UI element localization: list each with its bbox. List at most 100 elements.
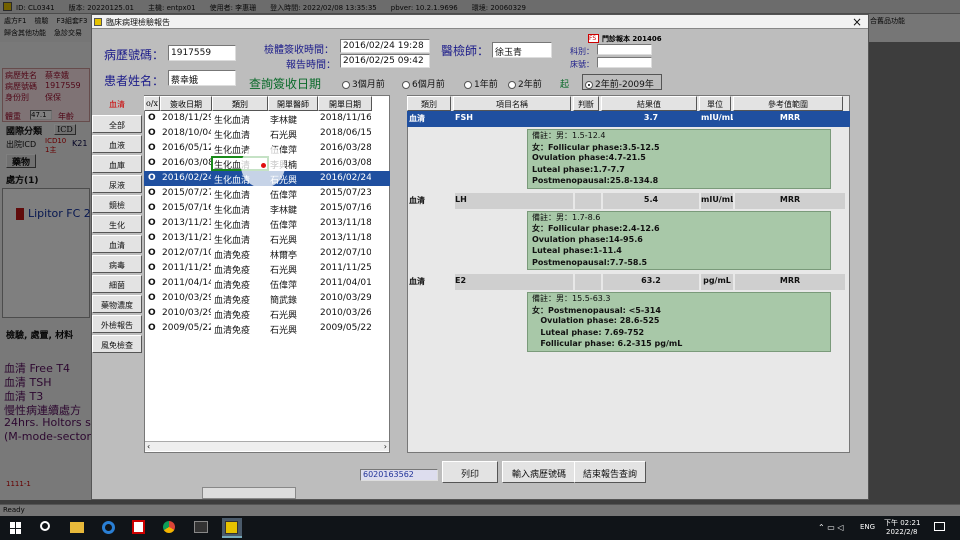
table-row[interactable]: O 2018/11/29 生化血清 李林鍵 2018/11/16 <box>144 111 390 126</box>
menu-item[interactable]: F3組套F3 <box>56 17 87 25</box>
active-app-icon[interactable] <box>222 518 242 538</box>
file-explorer-icon[interactable] <box>70 522 84 533</box>
language-indicator[interactable]: ENG <box>860 523 875 531</box>
category-tab[interactable]: 血清 <box>92 95 142 113</box>
list-col-header[interactable]: o/x <box>144 96 160 111</box>
weight-value[interactable]: 47.1 <box>30 110 52 120</box>
radio-2-years[interactable]: 2年前 <box>508 77 542 90</box>
barcode-field[interactable]: 6020163562 <box>360 469 438 481</box>
radio-3-months[interactable]: 3個月前 <box>342 77 385 90</box>
result-col-header[interactable]: 項目名稱 <box>453 96 571 111</box>
table-row[interactable]: O 2009/05/22 血清免疫 石光興 2009/05/22 <box>144 321 390 336</box>
clock-time[interactable]: 下午 02:21 <box>884 518 920 528</box>
category-tab[interactable]: 病毒 <box>92 255 142 273</box>
list-col-header[interactable]: 簽收日期 <box>160 96 212 111</box>
table-row[interactable]: O 2011/04/14 血清免疫 伍偉萍 2011/04/01 <box>144 276 390 291</box>
scroll-right-icon[interactable]: › <box>384 442 387 451</box>
category-tab[interactable]: 細菌 <box>92 275 142 293</box>
exam-item[interactable]: 慢性病連續處方 <box>4 402 92 416</box>
patient-row-label: 病歷號碼 <box>5 82 37 91</box>
chrome-icon[interactable] <box>163 521 175 533</box>
exam-item[interactable]: 24hrs. Holtors sc <box>4 416 92 430</box>
result-col-header[interactable]: 結果值 <box>601 96 697 111</box>
close-icon[interactable]: × <box>852 15 862 29</box>
list-col-header[interactable]: 開單醫師 <box>268 96 318 111</box>
status-flag: O <box>148 263 156 273</box>
menu-item[interactable]: 歸含其他功能 <box>4 29 46 37</box>
exam-item[interactable]: 血清 Free T4 <box>4 360 92 374</box>
print-button[interactable]: 列印 <box>442 461 498 483</box>
radio-range-box[interactable]: 2年前-2009年 <box>582 74 662 90</box>
result-col-header[interactable]: 判斷 <box>573 96 599 111</box>
result-row[interactable]: 血清 LH 5.4 mIU/mL MRR <box>407 192 850 209</box>
drug-item[interactable]: Lipitor FC 2 <box>28 207 91 220</box>
exam-item[interactable]: (M-mode-sector- <box>4 430 92 444</box>
category-tab[interactable]: 全部 <box>92 115 142 133</box>
doctor-field[interactable]: 徐玉青 <box>492 42 552 58</box>
result-row[interactable]: 血清 FSH 3.7 mIU/mL MRR <box>407 111 850 127</box>
reference-note-line: Ovulation phase:4.7-21.5 <box>532 153 646 162</box>
menu-item[interactable]: 處方F1 <box>4 17 26 25</box>
tray-icons[interactable]: ⌃ ▭ ◁ <box>818 523 858 533</box>
exam-item[interactable]: 血清 TSH <box>4 374 92 388</box>
category-tab[interactable]: 外檢報告 <box>92 315 142 333</box>
menu-item[interactable]: 急診交易 <box>54 29 82 37</box>
exam-item[interactable]: 血清 T3 <box>4 388 92 402</box>
notification-icon[interactable] <box>934 522 945 531</box>
table-row[interactable]: O 2010/03/29 血清免疫 簡武錄 2010/03/29 <box>144 291 390 306</box>
windows-start-icon[interactable] <box>10 522 22 534</box>
report-time-field[interactable]: 2016/02/25 09:42 <box>340 54 430 68</box>
enter-chart-button[interactable]: 輸入病歷號碼 <box>502 461 576 483</box>
category-tab[interactable]: 藥物濃度 <box>92 295 142 313</box>
name-field[interactable]: 蔡幸娥 <box>168 70 236 86</box>
result-col-header[interactable]: 單位 <box>699 96 731 111</box>
table-row[interactable]: O 2012/07/10 血清免疫 林爾亭 2012/07/10 <box>144 246 390 261</box>
table-cell: 血清免疫 <box>214 311 251 321</box>
table-row[interactable]: O 2013/11/21 生化血清 伍偉萍 2013/11/18 <box>144 216 390 231</box>
result-row[interactable]: 血清 E2 63.2 pg/mL MRR <box>407 274 850 290</box>
list-col-header[interactable]: 開單日期 <box>318 96 372 111</box>
menu-item[interactable]: 檢驗 <box>34 17 48 25</box>
category-tab[interactable]: 尿液 <box>92 175 142 193</box>
table-row[interactable]: O 2015/07/16 生化血清 李林鍵 2015/07/16 <box>144 201 390 216</box>
result-cat: 血清 <box>409 114 425 123</box>
recv-time-field[interactable]: 2016/02/24 19:28 <box>340 39 430 53</box>
app-shield-icon[interactable] <box>132 520 145 534</box>
table-cell: 石光興 <box>270 131 298 141</box>
reference-note-line: 備註：男：15.5-63.3 <box>532 294 611 303</box>
table-cell: 2016/03/28 <box>320 143 371 153</box>
dept-field[interactable] <box>597 44 652 55</box>
status-flag: O <box>148 218 156 228</box>
window-bottom-field <box>202 487 296 499</box>
table-row[interactable]: O 2018/10/04 生化血清 石光興 2018/06/15 <box>144 126 390 141</box>
result-col-header[interactable]: 參考值範圍 <box>733 96 843 111</box>
icd-button[interactable]: ICD <box>54 124 76 135</box>
category-tab[interactable]: 血清 <box>92 235 142 253</box>
edge-icon[interactable] <box>102 521 115 534</box>
window-title: 臨床病理檢驗報告 <box>106 18 170 27</box>
table-row[interactable]: O 2010/03/29 血清免疫 石光興 2010/03/26 <box>144 306 390 321</box>
end-query-button[interactable]: 結束報告查詢 <box>574 461 646 483</box>
clock-date[interactable]: 2022/2/8 <box>886 528 917 536</box>
chart-no-field[interactable]: 1917559 <box>168 45 236 61</box>
category-tab[interactable]: 血液 <box>92 135 142 153</box>
list-col-header[interactable]: 類別 <box>212 96 268 111</box>
table-row[interactable]: O 2015/07/27 生化血清 伍偉萍 2015/07/23 <box>144 186 390 201</box>
scroll-left-icon[interactable]: ‹ <box>147 442 150 451</box>
result-col-header[interactable]: 類別 <box>407 96 451 111</box>
app-right-menu[interactable]: 合舊品功能 <box>870 16 950 26</box>
table-row[interactable]: O 2013/11/21 生化血清 石光興 2013/11/18 <box>144 231 390 246</box>
radio-6-months[interactable]: 6個月前 <box>402 77 445 90</box>
terminal-icon[interactable] <box>194 521 208 533</box>
status-flag: O <box>148 158 156 168</box>
category-tab[interactable]: 鏡檢 <box>92 195 142 213</box>
drug-tab[interactable]: 藥物 <box>6 154 36 168</box>
radio-1-year[interactable]: 1年前 <box>464 77 498 90</box>
category-tab[interactable]: 血庫 <box>92 155 142 173</box>
table-row[interactable]: O 2011/11/25 血清免疫 石光興 2011/11/25 <box>144 261 390 276</box>
bed-field[interactable] <box>597 57 652 68</box>
category-tab[interactable]: 生化 <box>92 215 142 233</box>
category-tab[interactable]: 風免檢查 <box>92 335 142 353</box>
list-scrollbar[interactable]: ‹ › <box>145 441 389 451</box>
search-icon[interactable] <box>40 521 50 531</box>
